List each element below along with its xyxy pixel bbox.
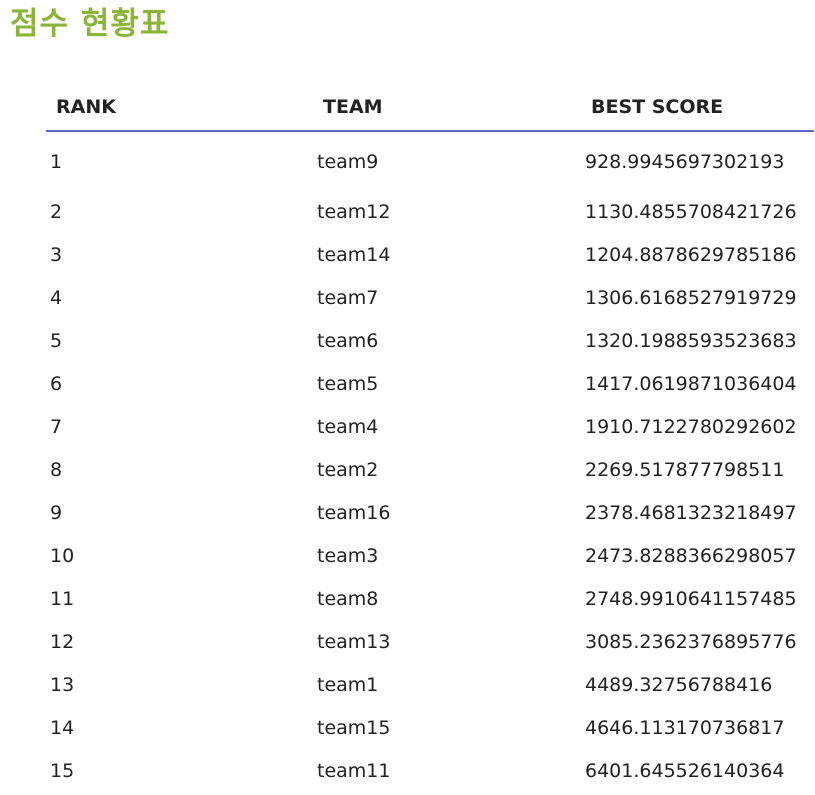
rank-cell: 3	[50, 243, 63, 266]
table-row: 3 team14 1204.8878629785186	[46, 233, 814, 276]
score-table: RANK TEAM BEST SCORE 1 team9 928.9945697…	[46, 84, 814, 792]
best-score-cell: 1204.8878629785186	[585, 243, 797, 266]
team-cell: team14	[317, 243, 391, 266]
best-score-cell: 3085.2362376895776	[585, 630, 797, 653]
rank-cell: 1	[50, 151, 63, 173]
rank-cell: 7	[50, 415, 63, 438]
rank-cell: 2	[50, 200, 63, 223]
rank-cell: 13	[50, 673, 75, 696]
rank-cell: 11	[50, 587, 75, 610]
table-row: 14 team15 4646.113170736817	[46, 706, 814, 749]
table-row: 7 team4 1910.7122780292602	[46, 405, 814, 448]
best-score-cell: 2473.8288366298057	[585, 544, 797, 567]
rank-cell: 10	[50, 544, 75, 567]
team-cell: team15	[317, 716, 391, 739]
team-cell: team2	[317, 458, 379, 481]
team-cell: team8	[317, 587, 379, 610]
rank-cell: 14	[50, 716, 75, 739]
best-score-cell: 1320.1988593523683	[585, 329, 797, 352]
best-score-cell: 1306.6168527919729	[585, 286, 797, 309]
team-cell: team16	[317, 501, 391, 524]
table-row: 10 team3 2473.8288366298057	[46, 534, 814, 577]
best-score-cell: 1910.7122780292602	[585, 415, 797, 438]
team-cell: team5	[317, 372, 379, 395]
team-cell: team6	[317, 329, 379, 352]
team-cell: team12	[317, 200, 391, 223]
best-score-cell: 1130.4855708421726	[585, 200, 797, 223]
best-score-cell: 1417.0619871036404	[585, 372, 797, 395]
table-row: 5 team6 1320.1988593523683	[46, 319, 814, 362]
table-row: 6 team5 1417.0619871036404	[46, 362, 814, 405]
team-cell: team13	[317, 630, 391, 653]
best-score-cell: 6401.645526140364	[585, 759, 785, 782]
best-score-cell: 2269.517877798511	[585, 458, 785, 481]
table-row: 11 team8 2748.9910641157485	[46, 577, 814, 620]
table-header: RANK TEAM BEST SCORE	[46, 84, 814, 132]
column-header-team: TEAM	[313, 84, 581, 132]
rank-cell: 6	[50, 372, 63, 395]
rank-cell: 4	[50, 286, 63, 309]
table-row: 15 team11 6401.645526140364	[46, 749, 814, 792]
rank-cell: 8	[50, 458, 63, 481]
best-score-cell: 2378.4681323218497	[585, 501, 797, 524]
best-score-cell: 4646.113170736817	[585, 716, 785, 739]
team-cell: team9	[317, 151, 379, 173]
rank-cell: 15	[50, 759, 75, 782]
column-header-rank: RANK	[46, 84, 313, 132]
rank-cell: 5	[50, 329, 63, 352]
best-score-cell: 2748.9910641157485	[585, 587, 797, 610]
rank-cell: 9	[50, 501, 63, 524]
best-score-cell: 928.9945697302193	[585, 151, 785, 173]
page-title: 점수 현황표	[10, 6, 170, 42]
table-header-row: RANK TEAM BEST SCORE	[46, 84, 814, 132]
team-cell: team1	[317, 673, 379, 696]
table-body: 1 team9 928.9945697302193 2 team12 1130.…	[46, 131, 814, 792]
table-row: 2 team12 1130.4855708421726	[46, 190, 814, 233]
table-row: 4 team7 1306.6168527919729	[46, 276, 814, 319]
team-cell: team3	[317, 544, 379, 567]
team-cell: team11	[317, 759, 391, 782]
team-cell: team7	[317, 286, 379, 309]
team-cell: team4	[317, 415, 379, 438]
table-row: 13 team1 4489.32756788416	[46, 663, 814, 706]
table-row: 1 team9 928.9945697302193	[46, 131, 814, 190]
table-row: 8 team2 2269.517877798511	[46, 448, 814, 491]
column-header-best-score: BEST SCORE	[581, 84, 814, 132]
table-row: 12 team13 3085.2362376895776	[46, 620, 814, 663]
table-row: 9 team16 2378.4681323218497	[46, 491, 814, 534]
rank-cell: 12	[50, 630, 75, 653]
best-score-cell: 4489.32756788416	[585, 673, 773, 696]
